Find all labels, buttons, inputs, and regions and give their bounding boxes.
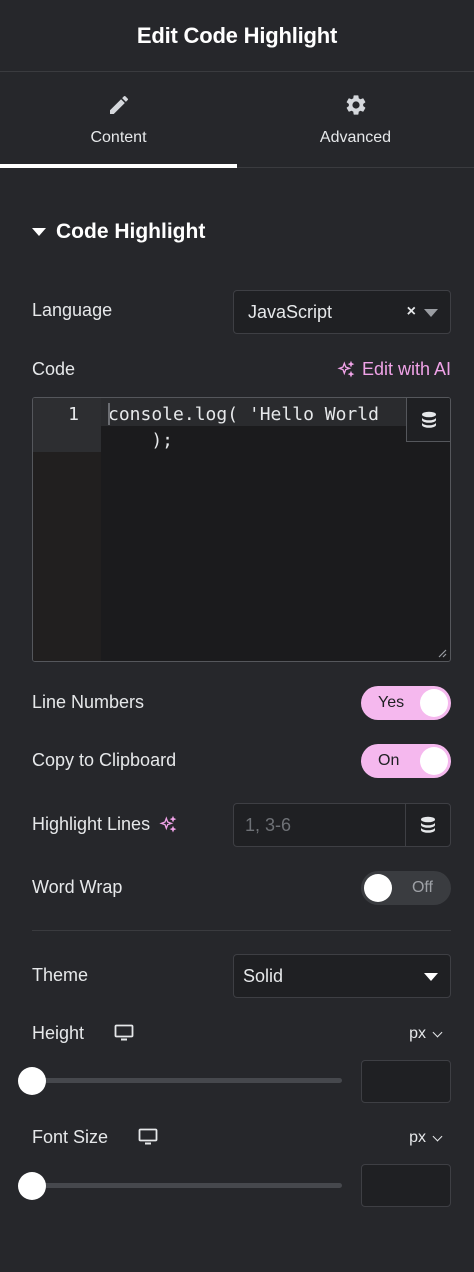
dynamic-tags-button[interactable] [405,804,450,846]
code-gutter: 1 [33,398,101,661]
height-unit: px [409,1025,426,1042]
resize-handle-icon[interactable] [437,648,447,658]
line-numbers-value: Yes [378,694,405,711]
active-line-gutter [33,398,101,452]
theme-value: Solid [243,965,284,986]
code-editor[interactable]: 1 console.log( 'Hello World ); [32,397,451,662]
section-toggle[interactable]: Code Highlight [32,220,205,244]
toggle-knob [420,689,448,717]
height-slider-handle[interactable] [18,1067,46,1095]
panel-header: Edit Code Highlight [0,0,474,72]
highlight-lines-input[interactable] [234,804,405,846]
font-size-label: Font Size [32,1127,109,1147]
font-size-slider-track[interactable] [32,1183,342,1188]
tab-advanced[interactable]: Advanced [237,72,474,167]
code-label: Code [32,359,76,379]
section-title: Code Highlight [56,220,206,243]
panel-title: Edit Code Highlight [136,22,338,48]
highlight-lines-label: Highlight Lines [32,814,151,834]
desktop-icon[interactable] [138,1128,158,1146]
language-value: JavaScript [248,301,333,322]
text-cursor [108,403,110,425]
word-wrap-value: Off [411,879,433,896]
divider [32,930,451,931]
chevron-down-icon [432,1027,443,1037]
word-wrap-label: Word Wrap [32,877,123,897]
dropdown-arrow-icon [424,309,438,317]
database-icon [421,816,435,833]
sparkle-icon[interactable] [158,815,178,835]
height-unit-select[interactable]: px [409,1025,443,1043]
tab-content-label: Content [90,128,147,146]
code-content[interactable]: console.log( 'Hello World ); [108,402,379,454]
line-number: 1 [68,404,79,425]
clear-icon[interactable]: × [407,303,416,321]
height-number-input[interactable] [361,1060,451,1103]
font-size-unit-select[interactable]: px [409,1129,443,1147]
dynamic-tags-button[interactable] [406,398,450,442]
database-icon [421,411,436,428]
highlight-lines-field [233,803,451,847]
edit-with-ai-link[interactable]: Edit with AI [336,359,451,380]
tab-advanced-label: Advanced [319,128,392,146]
theme-select[interactable]: Solid [233,954,451,998]
pencil-icon [109,95,128,114]
copy-clipboard-value: On [378,752,400,769]
height-slider-track[interactable] [32,1078,342,1083]
desktop-icon[interactable] [114,1024,134,1042]
tab-content[interactable]: Content [0,72,237,168]
font-size-unit: px [409,1129,426,1146]
language-label: Language [32,300,113,320]
dropdown-arrow-icon [424,973,438,981]
caret-down-icon [32,228,46,236]
copy-clipboard-label: Copy to Clipboard [32,750,177,770]
toggle-knob [420,747,448,775]
panel-tabs: Content Advanced [0,72,474,168]
word-wrap-toggle[interactable]: Off [361,871,451,905]
toggle-knob [364,874,392,902]
font-size-slider-handle[interactable] [18,1172,46,1200]
line-numbers-label: Line Numbers [32,692,145,712]
theme-label: Theme [32,965,89,985]
height-label: Height [32,1023,85,1043]
gear-icon [346,94,365,115]
edit-with-ai-label: Edit with AI [361,359,451,379]
chevron-down-icon [432,1131,443,1141]
language-select[interactable]: JavaScript × [233,290,451,334]
sparkle-icon [337,360,355,378]
highlight-lines-row-label: Highlight Lines [32,814,178,835]
font-size-number-input[interactable] [361,1164,451,1207]
copy-clipboard-toggle[interactable]: On [361,744,451,778]
line-numbers-toggle[interactable]: Yes [361,686,451,720]
